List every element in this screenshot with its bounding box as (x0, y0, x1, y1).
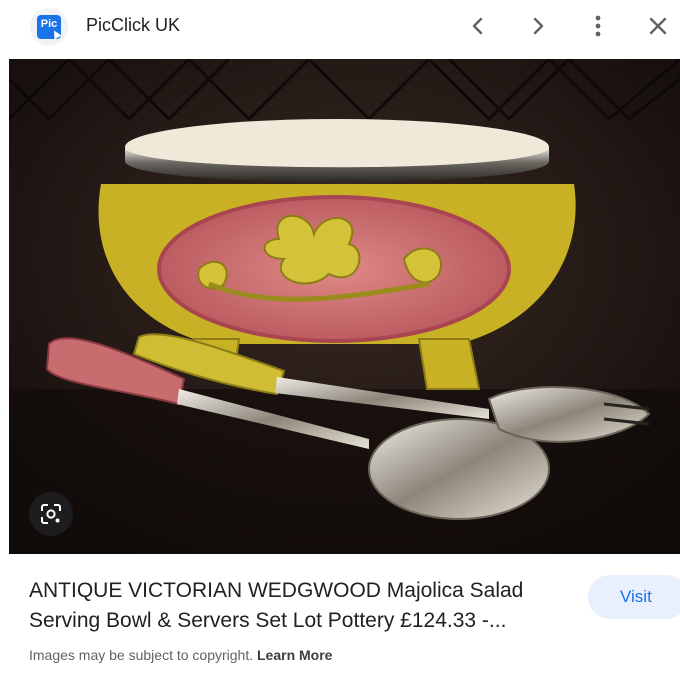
site-name[interactable]: PicClick UK (86, 15, 180, 36)
site-logo[interactable]: Pic (30, 8, 68, 46)
google-lens-icon (41, 504, 61, 524)
result-title[interactable]: ANTIQUE VICTORIAN WEDGWOOD Majolica Sala… (29, 576, 559, 636)
close-button[interactable] (642, 10, 674, 42)
close-icon (649, 17, 667, 35)
visit-button[interactable]: Visit (588, 575, 680, 619)
more-vert-icon (595, 15, 601, 37)
copyright-notice: Images may be subject to copyright. Lear… (29, 647, 332, 663)
more-options-button[interactable] (582, 10, 614, 42)
top-bar: Pic PicClick UK (0, 0, 680, 52)
previous-button[interactable] (462, 10, 494, 42)
site-logo-text: Pic (40, 18, 58, 30)
bowl-photo (9, 59, 680, 554)
chevron-right-icon (533, 17, 544, 35)
chevron-left-icon (472, 17, 483, 35)
picclick-logo-icon: Pic (37, 15, 62, 40)
copyright-text: Images may be subject to copyright. (29, 647, 254, 663)
product-image[interactable] (9, 59, 680, 554)
cursor-icon (50, 28, 62, 40)
next-button[interactable] (522, 10, 554, 42)
google-lens-button[interactable] (29, 492, 73, 536)
learn-more-link[interactable]: Learn More (257, 647, 332, 663)
